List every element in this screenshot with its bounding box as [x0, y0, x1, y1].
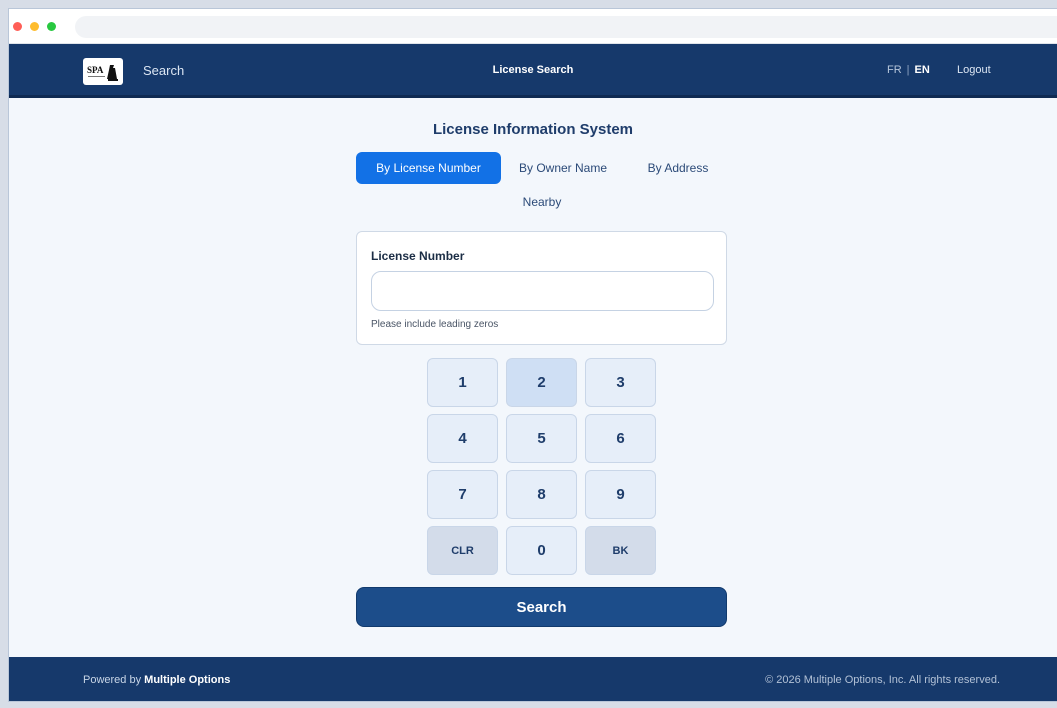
keypad-backspace-button[interactable]: BK [585, 526, 656, 575]
license-number-hint: Please include leading zeros [371, 319, 499, 330]
app-header: SPA Search License Search FR | EN Logout [9, 44, 1057, 98]
tab-by-license-number[interactable]: By License Number [356, 152, 501, 184]
lang-fr-link[interactable]: FR [887, 64, 902, 76]
browser-chrome [9, 9, 1057, 44]
keypad-key-6[interactable]: 6 [585, 414, 656, 463]
tab-by-address[interactable]: By Address [633, 152, 723, 184]
keypad-key-1[interactable]: 1 [427, 358, 498, 407]
powered-by: Powered by Multiple Options [83, 674, 230, 686]
lang-separator: | [906, 64, 910, 76]
page-title: License Information System [432, 121, 634, 138]
powered-by-prefix: Powered by [83, 674, 142, 686]
maximize-window-dot[interactable] [47, 22, 56, 31]
keypad-key-7[interactable]: 7 [427, 470, 498, 519]
search-button[interactable]: Search [356, 587, 727, 627]
address-bar[interactable] [75, 16, 1057, 38]
tab-by-owner-name[interactable]: By Owner Name [507, 152, 619, 184]
app-footer: Powered by Multiple Options © 2026 Multi… [9, 657, 1057, 701]
keypad-key-8[interactable]: 8 [506, 470, 577, 519]
license-number-card: License Number Please include leading ze… [356, 231, 727, 345]
keypad-clear-button[interactable]: CLR [427, 526, 498, 575]
keypad-key-0[interactable]: 0 [506, 526, 577, 575]
keypad-key-2[interactable]: 2 [506, 358, 577, 407]
lang-en-link[interactable]: EN [915, 64, 930, 76]
keypad-key-3[interactable]: 3 [585, 358, 656, 407]
browser-window: SPA Search License Search FR | EN Logout L… [8, 8, 1057, 702]
language-switcher: FR | EN [887, 64, 930, 76]
copyright-notice: © 2026 Multiple Options, Inc. All rights… [765, 674, 1000, 686]
minimize-window-dot[interactable] [30, 22, 39, 31]
license-number-label: License Number [371, 249, 465, 263]
tab-nearby[interactable]: Nearby [502, 186, 582, 218]
powered-by-brand: Multiple Options [144, 674, 231, 686]
keypad-key-4[interactable]: 4 [427, 414, 498, 463]
close-window-dot[interactable] [13, 22, 22, 31]
keypad-key-9[interactable]: 9 [585, 470, 656, 519]
logout-link[interactable]: Logout [957, 64, 991, 76]
keypad-key-5[interactable]: 5 [506, 414, 577, 463]
license-number-input[interactable] [371, 271, 714, 311]
